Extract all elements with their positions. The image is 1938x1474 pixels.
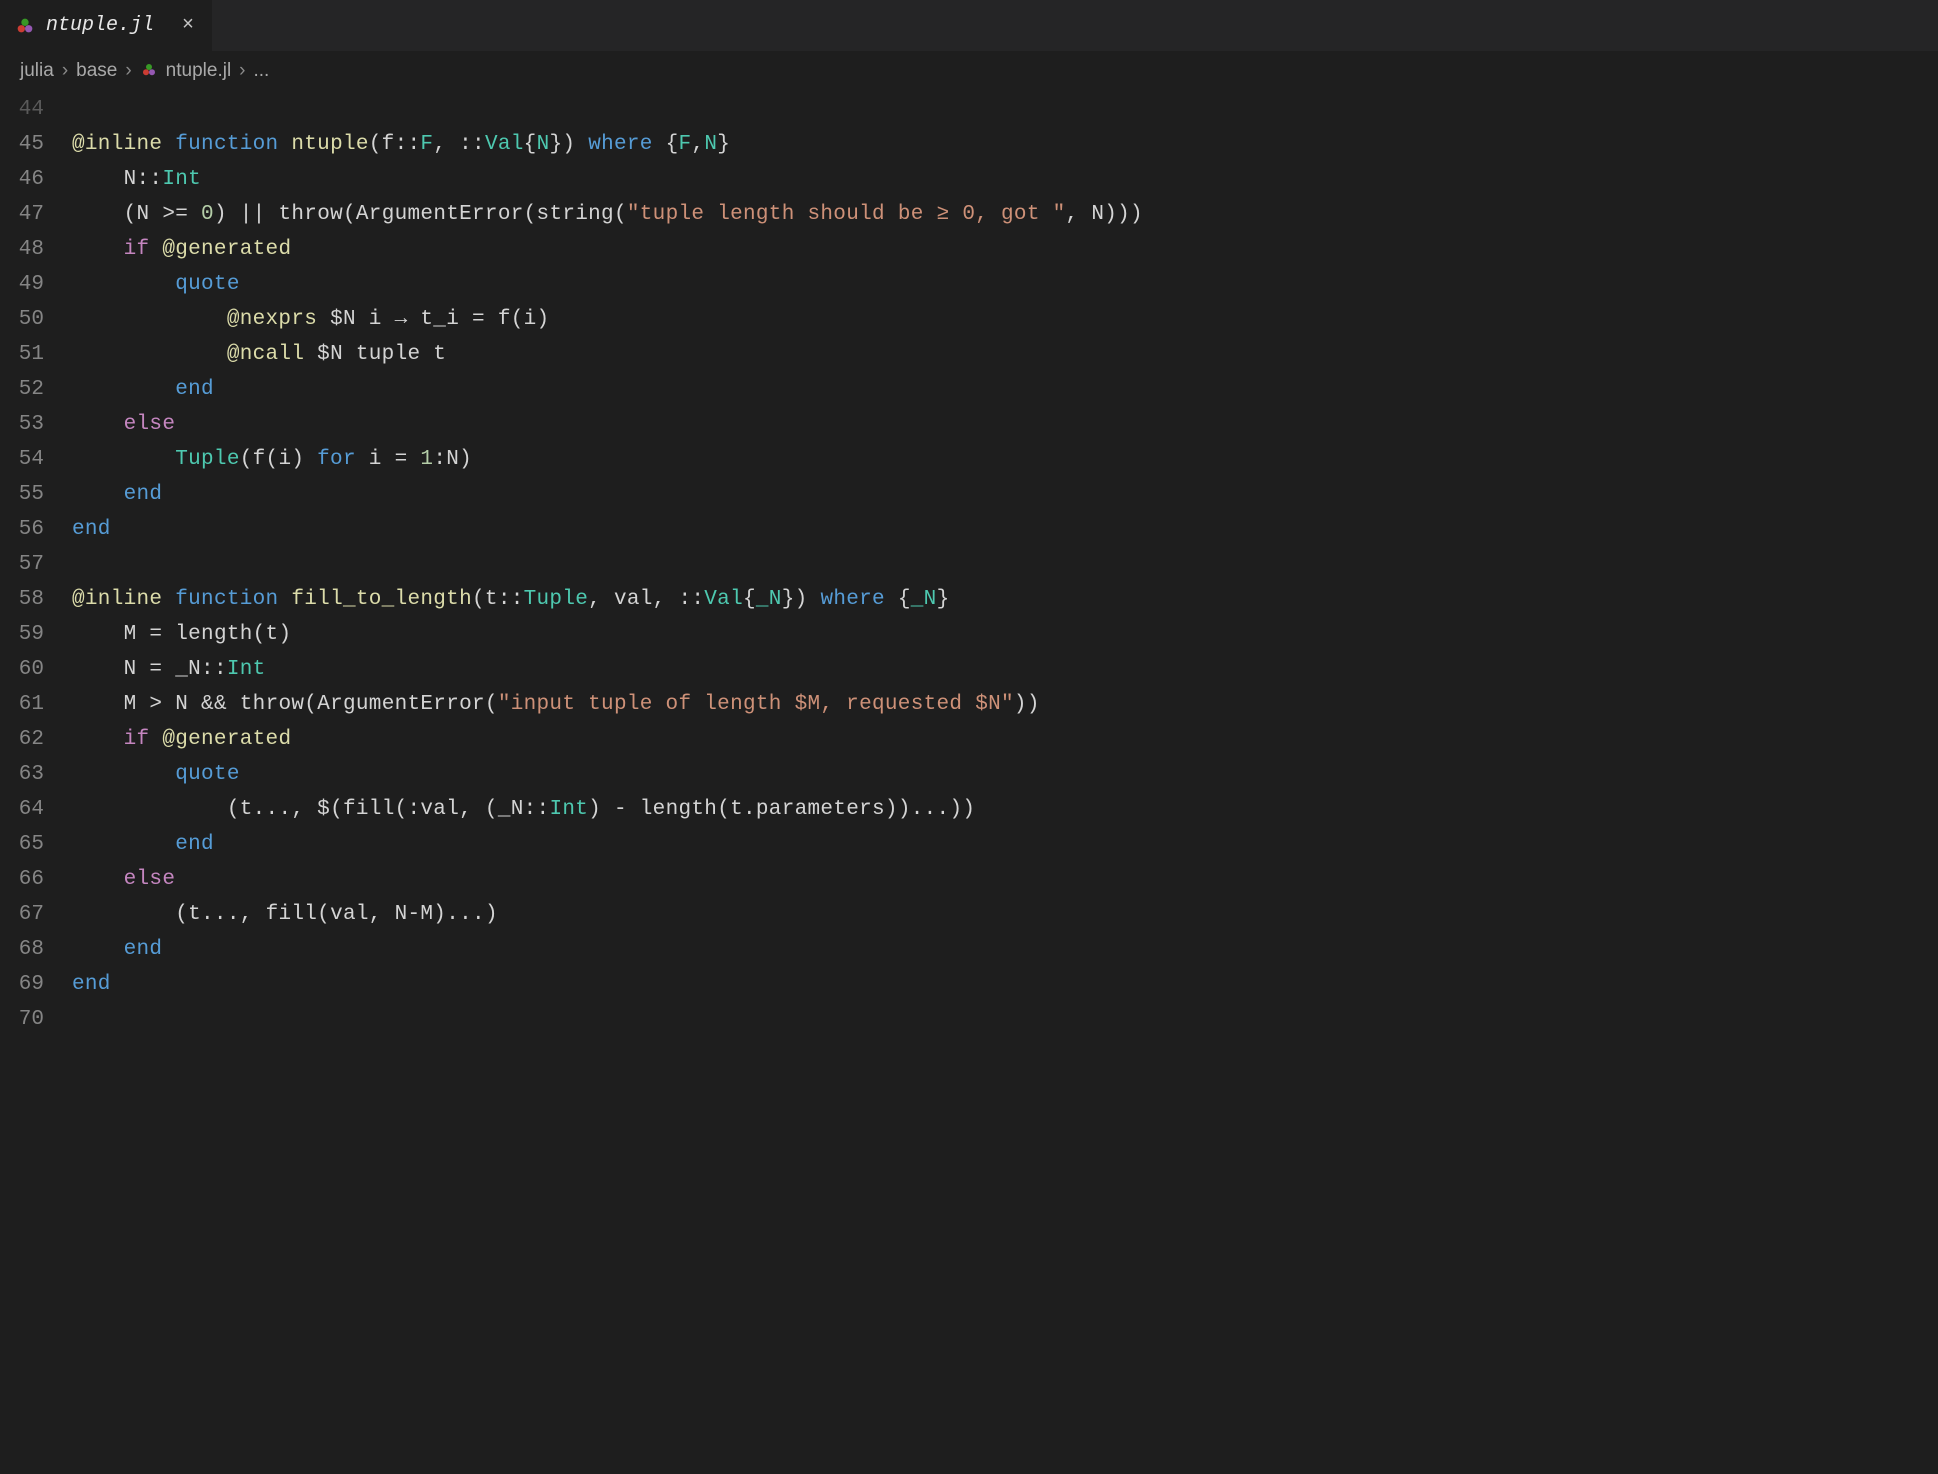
line-number: 54 (0, 442, 72, 477)
code-content[interactable]: end (72, 827, 214, 862)
line-number: 63 (0, 757, 72, 792)
code-content[interactable]: end (72, 932, 162, 967)
tab-bar: ntuple.jl × (0, 0, 1938, 52)
code-content[interactable]: if @generated (72, 722, 291, 757)
line-number: 53 (0, 407, 72, 442)
code-line[interactable]: 51 @ncall $N tuple t (0, 337, 1938, 372)
code-line[interactable]: 69end (0, 967, 1938, 1002)
breadcrumb-item[interactable]: julia (20, 60, 54, 82)
chevron-right-icon: › (239, 60, 245, 82)
code-line[interactable]: 59 M = length(t) (0, 617, 1938, 652)
line-number: 61 (0, 687, 72, 722)
code-content[interactable]: @ncall $N tuple t (72, 337, 446, 372)
code-content[interactable]: (N >= 0) || throw(ArgumentError(string("… (72, 197, 1143, 232)
code-editor[interactable]: 4445@inline function ntuple(f::F, ::Val{… (0, 90, 1938, 1037)
code-line[interactable]: 61 M > N && throw(ArgumentError("input t… (0, 687, 1938, 722)
code-line[interactable]: 58@inline function fill_to_length(t::Tup… (0, 582, 1938, 617)
code-content[interactable]: (t..., $(fill(:val, (_N::Int) - length(t… (72, 792, 975, 827)
code-content[interactable]: end (72, 372, 214, 407)
breadcrumb-item[interactable]: ntuple.jl (166, 60, 232, 82)
code-line[interactable]: 50 @nexprs $N i → t_i = f(i) (0, 302, 1938, 337)
line-number: 69 (0, 967, 72, 1002)
code-content[interactable]: if @generated (72, 232, 291, 267)
julia-file-icon (140, 60, 158, 82)
code-line[interactable]: 57 (0, 547, 1938, 582)
code-content[interactable]: end (72, 967, 111, 1002)
code-line[interactable]: 53 else (0, 407, 1938, 442)
code-line[interactable]: 46 N::Int (0, 162, 1938, 197)
line-number: 68 (0, 932, 72, 967)
line-number: 65 (0, 827, 72, 862)
code-line[interactable]: 45@inline function ntuple(f::F, ::Val{N}… (0, 127, 1938, 162)
code-content[interactable]: Tuple(f(i) for i = 1:N) (72, 442, 472, 477)
tab-ntuple[interactable]: ntuple.jl × (0, 0, 213, 51)
tab-filename: ntuple.jl (46, 14, 154, 37)
line-number: 45 (0, 127, 72, 162)
line-number: 46 (0, 162, 72, 197)
code-content[interactable]: M > N && throw(ArgumentError("input tupl… (72, 687, 1040, 722)
julia-file-icon (14, 15, 36, 37)
code-line[interactable]: 62 if @generated (0, 722, 1938, 757)
code-content[interactable]: @inline function fill_to_length(t::Tuple… (72, 582, 949, 617)
line-number: 62 (0, 722, 72, 757)
code-line[interactable]: 49 quote (0, 267, 1938, 302)
line-number: 51 (0, 337, 72, 372)
code-content[interactable]: @inline function ntuple(f::F, ::Val{N}) … (72, 127, 730, 162)
line-number: 50 (0, 302, 72, 337)
code-line[interactable]: 63 quote (0, 757, 1938, 792)
code-line[interactable]: 66 else (0, 862, 1938, 897)
code-line[interactable]: 44 (0, 92, 1938, 127)
line-number: 49 (0, 267, 72, 302)
line-number: 58 (0, 582, 72, 617)
code-content[interactable]: N = _N::Int (72, 652, 266, 687)
code-line[interactable]: 60 N = _N::Int (0, 652, 1938, 687)
code-content[interactable]: N::Int (72, 162, 201, 197)
code-content[interactable]: M = length(t) (72, 617, 291, 652)
line-number: 64 (0, 792, 72, 827)
code-line[interactable]: 70 (0, 1002, 1938, 1037)
line-number: 55 (0, 477, 72, 512)
line-number: 56 (0, 512, 72, 547)
code-line[interactable]: 55 end (0, 477, 1938, 512)
code-content[interactable]: else (72, 407, 175, 442)
line-number: 44 (0, 92, 72, 127)
code-line[interactable]: 65 end (0, 827, 1938, 862)
code-line[interactable]: 52 end (0, 372, 1938, 407)
code-line[interactable]: 64 (t..., $(fill(:val, (_N::Int) - lengt… (0, 792, 1938, 827)
code-content[interactable]: else (72, 862, 175, 897)
line-number: 59 (0, 617, 72, 652)
code-line[interactable]: 48 if @generated (0, 232, 1938, 267)
line-number: 47 (0, 197, 72, 232)
line-number: 57 (0, 547, 72, 582)
chevron-right-icon: › (125, 60, 131, 82)
chevron-right-icon: › (62, 60, 68, 82)
code-line[interactable]: 68 end (0, 932, 1938, 967)
code-line[interactable]: 56end (0, 512, 1938, 547)
close-icon[interactable]: × (182, 14, 194, 37)
code-content[interactable]: end (72, 477, 162, 512)
breadcrumb: julia › base › ntuple.jl › ... (0, 52, 1938, 90)
code-content[interactable]: (t..., fill(val, N-M)...) (72, 897, 498, 932)
breadcrumb-item[interactable]: base (76, 60, 117, 82)
code-content[interactable]: @nexprs $N i → t_i = f(i) (72, 302, 549, 337)
code-line[interactable]: 47 (N >= 0) || throw(ArgumentError(strin… (0, 197, 1938, 232)
line-number: 66 (0, 862, 72, 897)
breadcrumb-item[interactable]: ... (254, 60, 270, 82)
code-content[interactable]: quote (72, 757, 240, 792)
line-number: 67 (0, 897, 72, 932)
code-content[interactable]: quote (72, 267, 240, 302)
line-number: 52 (0, 372, 72, 407)
code-line[interactable]: 67 (t..., fill(val, N-M)...) (0, 897, 1938, 932)
line-number: 70 (0, 1002, 72, 1037)
line-number: 60 (0, 652, 72, 687)
line-number: 48 (0, 232, 72, 267)
code-line[interactable]: 54 Tuple(f(i) for i = 1:N) (0, 442, 1938, 477)
code-content[interactable]: end (72, 512, 111, 547)
